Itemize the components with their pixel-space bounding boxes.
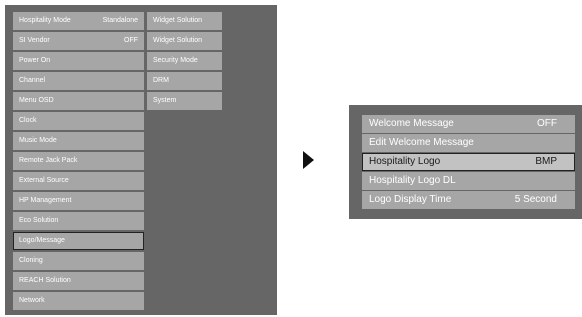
menu-item-widget-solution[interactable]: Widget Solution bbox=[147, 12, 222, 30]
menu-item-widget-solution-2[interactable]: Widget Solution bbox=[147, 32, 222, 50]
hospitality-menu-column-2: Widget Solution Widget Solution Security… bbox=[147, 12, 222, 112]
submenu-item-hospitality-logo-dl[interactable]: Hospitality Logo DL bbox=[362, 172, 575, 190]
submenu-item-value: 5 Second bbox=[514, 194, 557, 205]
menu-item-network[interactable]: Network bbox=[13, 292, 144, 310]
menu-item-power-on[interactable]: Power On bbox=[13, 52, 144, 70]
menu-item-label: Security Mode bbox=[153, 57, 198, 64]
menu-item-label: Power On bbox=[19, 57, 51, 64]
menu-item-label: Clock bbox=[19, 117, 37, 124]
arrow-right-icon bbox=[303, 151, 314, 169]
menu-item-menu-osd[interactable]: Menu OSD bbox=[13, 92, 144, 110]
menu-item-system[interactable]: System bbox=[147, 92, 222, 110]
submenu-item-label: Welcome Message bbox=[369, 118, 454, 129]
menu-item-value: OFF bbox=[124, 37, 138, 44]
menu-item-label: Logo/Message bbox=[19, 237, 65, 244]
submenu-item-welcome-message[interactable]: Welcome Message OFF bbox=[362, 115, 575, 133]
menu-item-label: Music Mode bbox=[19, 137, 57, 144]
menu-item-music-mode[interactable]: Music Mode bbox=[13, 132, 144, 150]
submenu-item-edit-welcome-message[interactable]: Edit Welcome Message bbox=[362, 134, 575, 152]
menu-item-label: DRM bbox=[153, 77, 169, 84]
logo-message-submenu: Welcome Message OFF Edit Welcome Message… bbox=[362, 115, 575, 210]
screenshot-root: Hospitality Mode Standalone SI Vendor OF… bbox=[0, 0, 582, 317]
submenu-item-value: BMP bbox=[535, 156, 557, 167]
submenu-item-logo-display-time[interactable]: Logo Display Time 5 Second bbox=[362, 191, 575, 209]
menu-item-eco-solution[interactable]: Eco Solution bbox=[13, 212, 144, 230]
submenu-item-label: Hospitality Logo DL bbox=[369, 175, 456, 186]
menu-item-reach-solution[interactable]: REACH Solution bbox=[13, 272, 144, 290]
menu-item-label: HP Management bbox=[19, 197, 72, 204]
submenu-item-label: Edit Welcome Message bbox=[369, 137, 474, 148]
menu-item-label: Channel bbox=[19, 77, 46, 84]
menu-item-drm[interactable]: DRM bbox=[147, 72, 222, 90]
submenu-item-label: Hospitality Logo bbox=[369, 156, 441, 167]
menu-item-label: REACH Solution bbox=[19, 277, 71, 284]
menu-item-logo-message[interactable]: Logo/Message bbox=[13, 232, 144, 250]
menu-item-label: System bbox=[153, 97, 177, 104]
menu-item-value: Standalone bbox=[102, 17, 138, 24]
menu-item-clock[interactable]: Clock bbox=[13, 112, 144, 130]
menu-item-external-source[interactable]: External Source bbox=[13, 172, 144, 190]
menu-item-label: Eco Solution bbox=[19, 217, 59, 224]
menu-item-label: SI Vendor bbox=[19, 37, 50, 44]
menu-item-label: Remote Jack Pack bbox=[19, 157, 78, 164]
menu-item-security-mode[interactable]: Security Mode bbox=[147, 52, 222, 70]
menu-item-label: Cloning bbox=[19, 257, 43, 264]
menu-item-label: Menu OSD bbox=[19, 97, 54, 104]
menu-item-label: Hospitality Mode bbox=[19, 17, 71, 24]
submenu-item-label: Logo Display Time bbox=[369, 194, 452, 205]
menu-item-label: Widget Solution bbox=[153, 37, 203, 44]
menu-item-hp-management[interactable]: HP Management bbox=[13, 192, 144, 210]
menu-item-remote-jack-pack[interactable]: Remote Jack Pack bbox=[13, 152, 144, 170]
menu-item-label: Network bbox=[19, 297, 45, 304]
menu-item-label: Widget Solution bbox=[153, 17, 203, 24]
hospitality-menu-column-1: Hospitality Mode Standalone SI Vendor OF… bbox=[13, 12, 144, 312]
submenu-item-value: OFF bbox=[537, 118, 557, 129]
menu-item-label: External Source bbox=[19, 177, 69, 184]
logo-message-submenu-panel: Welcome Message OFF Edit Welcome Message… bbox=[349, 105, 582, 219]
menu-item-channel[interactable]: Channel bbox=[13, 72, 144, 90]
hospitality-menu-panel: Hospitality Mode Standalone SI Vendor OF… bbox=[5, 5, 277, 315]
menu-item-si-vendor[interactable]: SI Vendor OFF bbox=[13, 32, 144, 50]
submenu-item-hospitality-logo[interactable]: Hospitality Logo BMP bbox=[362, 153, 575, 171]
menu-item-hospitality-mode[interactable]: Hospitality Mode Standalone bbox=[13, 12, 144, 30]
menu-item-cloning[interactable]: Cloning bbox=[13, 252, 144, 270]
